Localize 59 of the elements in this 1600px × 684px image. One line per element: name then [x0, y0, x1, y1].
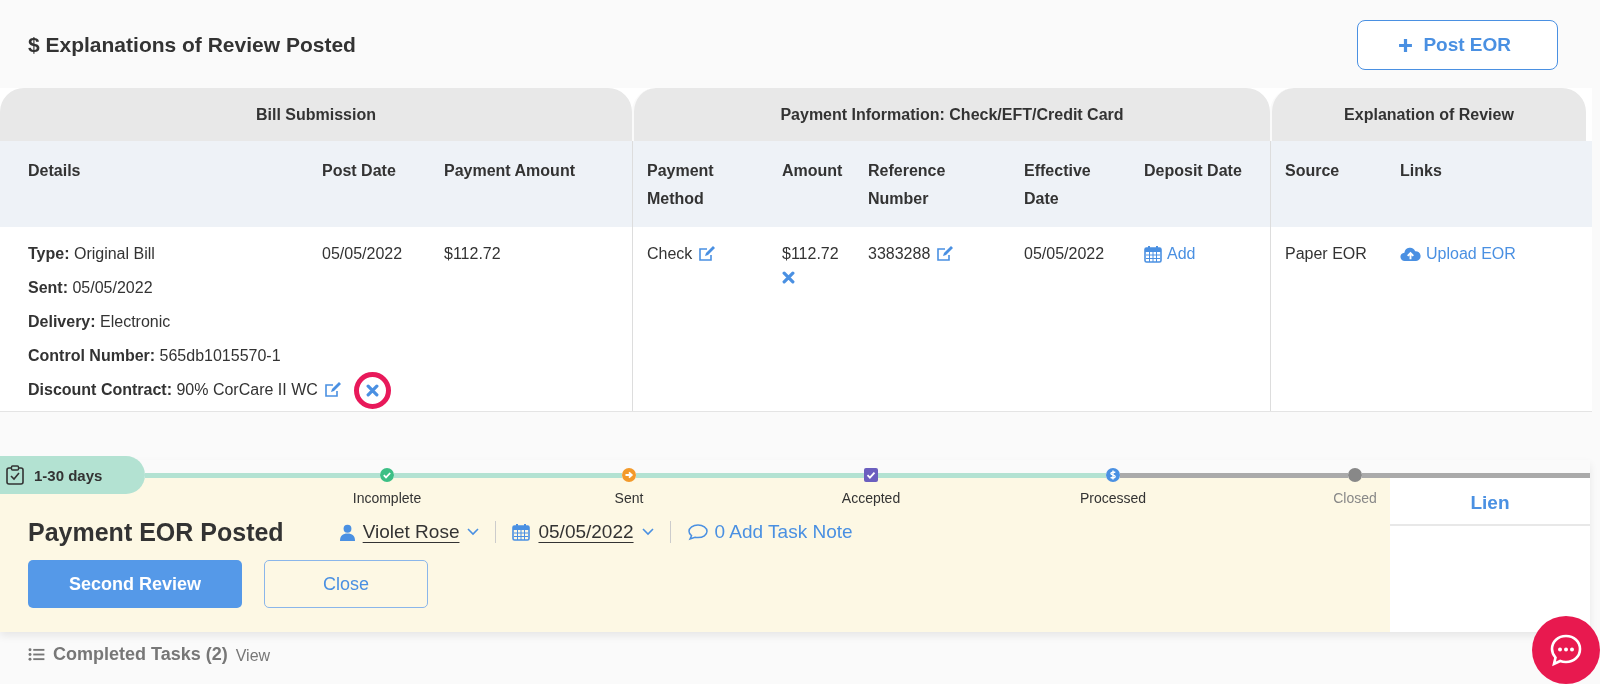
detail-text: Discount Contract: 90% CorCare II WC	[28, 381, 318, 399]
detail-text: Control Number: 565db1015570-1	[28, 347, 281, 365]
date-dropdown[interactable]: 05/05/2022	[512, 521, 654, 543]
detail-text: Delivery: Electronic	[28, 313, 171, 331]
second-review-button[interactable]: Second Review	[28, 560, 242, 608]
cell-text: 3383288	[868, 245, 931, 263]
calendar-icon	[512, 523, 531, 541]
cell-text: $112.72	[444, 245, 501, 263]
column-header: Links	[1400, 161, 1442, 181]
post-eor-button[interactable]: Post EOR	[1357, 20, 1558, 70]
cell-text: Check	[647, 245, 693, 263]
link[interactable]: Add	[1144, 245, 1196, 263]
cell-text: Paper EOR	[1285, 245, 1367, 263]
stage-label: Incomplete	[352, 490, 422, 506]
plus-icon	[1398, 37, 1414, 53]
circled-close-icon[interactable]	[353, 371, 391, 409]
group-header: Bill Submission	[0, 88, 632, 141]
assignee-dropdown[interactable]: Violet Rose	[339, 521, 480, 543]
cell-text: $112.72	[782, 245, 839, 263]
add-task-note-link[interactable]: 0 Add Task Note	[686, 521, 853, 543]
column-header: Deposit Date	[1144, 161, 1242, 181]
cell-text: 05/05/2022	[322, 245, 403, 263]
person-icon	[339, 523, 355, 541]
calendar-icon	[1144, 245, 1162, 263]
edit-icon[interactable]	[698, 246, 717, 262]
chevron-down-icon	[467, 528, 480, 536]
group-header: Explanation of Review	[1270, 88, 1586, 141]
stage-label: Processed	[1079, 490, 1147, 506]
column-header: Amount	[782, 161, 843, 181]
edit-icon[interactable]	[936, 246, 955, 262]
page-title: $ Explanations of Review Posted	[28, 33, 356, 57]
side-tab[interactable]: Lien	[1470, 492, 1510, 514]
column-header: Post Date	[322, 161, 396, 181]
column-header: Payment Amount	[444, 161, 575, 181]
link[interactable]: Upload EOR	[1400, 245, 1516, 263]
column-header: Reference Number	[868, 161, 947, 209]
stage-label: Sent	[614, 490, 644, 506]
close-button[interactable]: Close	[264, 560, 428, 608]
detail-text: Sent: 05/05/2022	[28, 279, 153, 297]
chevron-down-icon	[641, 528, 654, 536]
list-icon	[28, 648, 45, 661]
edit-icon[interactable]	[323, 382, 342, 398]
column-header: Details	[28, 161, 81, 181]
completed-tasks-title: Completed Tasks (2)	[53, 644, 228, 665]
cloud-upload-icon	[1400, 246, 1421, 262]
column-header: Payment Method	[647, 161, 715, 209]
group-header: Payment Information: Check/EFT/Credit Card	[632, 88, 1270, 141]
view-link[interactable]: View	[235, 647, 271, 665]
column-header: Source	[1285, 161, 1340, 181]
cell-text: 05/05/2022	[1024, 245, 1105, 263]
column-header: Effective Date	[1024, 161, 1092, 209]
detail-text: Type: Original Bill	[28, 245, 155, 263]
stage-label: Closed	[1333, 490, 1377, 506]
speech-bubble-icon	[686, 523, 709, 541]
task-title: Payment EOR Posted	[28, 517, 284, 547]
duration-badge: 1-30 days	[0, 456, 145, 494]
close-icon[interactable]	[782, 271, 795, 284]
chat-bubble-icon	[1548, 632, 1584, 668]
stage-label: Accepted	[841, 490, 901, 506]
